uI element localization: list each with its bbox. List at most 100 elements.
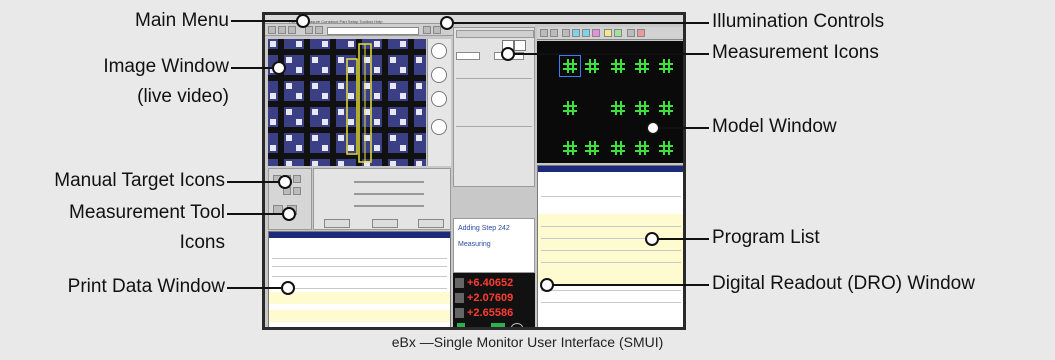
model-feature <box>563 101 577 115</box>
callout-dot <box>278 175 292 189</box>
measurement-icon[interactable] <box>540 29 548 37</box>
model-feature <box>635 101 649 115</box>
label-measurement-icons: Measurement Icons <box>712 42 879 63</box>
model-feature <box>659 101 673 115</box>
illumination-controls[interactable] <box>427 39 451 166</box>
model-feature <box>611 59 625 73</box>
measurement-tabs[interactable] <box>456 30 534 38</box>
callout-dot <box>282 207 296 221</box>
feature-field[interactable] <box>456 52 480 60</box>
panel-button[interactable] <box>418 219 444 228</box>
toolbar-button[interactable] <box>433 26 441 34</box>
highlighted-row <box>269 292 450 304</box>
step-status-panel: Adding Step 242 Measuring <box>453 218 535 273</box>
model-feature <box>635 141 649 155</box>
dro-row-z: +2.65586 <box>455 307 533 321</box>
image-window[interactable] <box>268 39 426 166</box>
label-image-window-sub: (live video) <box>137 86 229 107</box>
panel-button[interactable] <box>372 219 398 228</box>
label-main-menu: Main Menu <box>135 10 229 31</box>
callout-dot <box>440 16 454 30</box>
toolbar-button[interactable] <box>423 26 431 34</box>
zoom-slider[interactable] <box>327 27 419 35</box>
label-image-window: Image Window <box>103 56 229 77</box>
model-feature <box>611 141 625 155</box>
program-title-bar <box>538 166 683 172</box>
callout-line <box>447 22 709 24</box>
callout-line <box>231 67 275 69</box>
panel-button[interactable] <box>324 219 350 228</box>
selected-feature-box <box>559 55 581 77</box>
measurement-icon[interactable] <box>572 29 580 37</box>
measurement-icon[interactable] <box>592 29 600 37</box>
step-text: Adding Step 242 <box>458 225 510 232</box>
illumination-dial[interactable] <box>431 119 447 135</box>
figure-caption: eBx —Single Monitor User Interface (SMUI… <box>391 334 664 350</box>
info-icon[interactable] <box>511 323 523 327</box>
dro-button[interactable] <box>491 323 505 327</box>
callout-line <box>508 53 709 55</box>
measurement-icon[interactable] <box>562 29 570 37</box>
measurement-icon[interactable] <box>614 29 622 37</box>
measurement-icon[interactable] <box>604 29 612 37</box>
status-text: Measuring <box>458 241 491 248</box>
callout-line <box>227 181 281 183</box>
callout-line <box>231 20 300 22</box>
program-steps-area <box>538 214 683 284</box>
label-measurement-tool-icons-sub: Icons <box>179 232 225 253</box>
callout-dot <box>540 278 554 292</box>
label-model-window: Model Window <box>712 116 837 137</box>
model-feature <box>563 141 577 155</box>
illumination-dial[interactable] <box>431 91 447 107</box>
highlighted-row <box>269 310 450 322</box>
target-icon[interactable] <box>293 187 301 195</box>
toolbar-button[interactable] <box>315 26 323 34</box>
measurement-icon[interactable] <box>550 29 558 37</box>
toolbar-button[interactable] <box>268 26 276 34</box>
label-illumination-controls: Illumination Controls <box>712 11 885 32</box>
callout-dot <box>272 61 286 75</box>
edge-slider[interactable] <box>354 193 424 195</box>
dro-row-x: +6.40652 <box>455 277 533 291</box>
callout-line <box>546 284 709 286</box>
model-feature <box>585 141 599 155</box>
label-program-list: Program List <box>712 227 820 248</box>
callout-line <box>654 127 709 129</box>
model-window[interactable] <box>537 41 683 163</box>
measurement-icon[interactable] <box>582 29 590 37</box>
edge-settings-panel <box>313 168 451 230</box>
illumination-dial[interactable] <box>431 43 447 59</box>
dro-window: +6.40652 +2.07609 +2.65586 <box>453 273 535 327</box>
model-feature <box>611 101 625 115</box>
print-data-window[interactable] <box>268 231 451 327</box>
callout-dot <box>296 14 310 28</box>
dro-button[interactable] <box>457 323 465 327</box>
application-screenshot: File Edit Measure Construct Part Setup T… <box>262 12 686 330</box>
callout-dot <box>501 47 515 61</box>
label-dro-window: Digital Readout (DRO) Window <box>712 273 975 294</box>
measurement-icons-toolbar[interactable] <box>537 27 683 40</box>
callout-dot <box>281 281 295 295</box>
edge-slider[interactable] <box>354 205 424 207</box>
callout-line <box>227 287 285 289</box>
measurement-icon[interactable] <box>627 29 635 37</box>
target-icon[interactable] <box>293 175 301 183</box>
program-list[interactable] <box>537 165 683 327</box>
callout-line <box>652 238 709 240</box>
callout-line <box>227 213 287 215</box>
model-feature <box>659 59 673 73</box>
toolbar-button[interactable] <box>278 26 286 34</box>
dro-value-z: +2.65586 <box>467 307 514 319</box>
illumination-dial[interactable] <box>431 67 447 83</box>
model-feature <box>659 141 673 155</box>
measurement-icon[interactable] <box>637 29 645 37</box>
callout-dot <box>646 121 660 135</box>
toolbar-button[interactable] <box>288 26 296 34</box>
results-table <box>456 78 532 123</box>
measurement-panel <box>453 27 535 187</box>
edge-slider[interactable] <box>354 181 424 183</box>
model-feature <box>635 59 649 73</box>
label-print-data-window: Print Data Window <box>67 276 225 297</box>
label-manual-target-icons: Manual Target Icons <box>54 170 225 191</box>
measurement-icon[interactable] <box>514 40 526 51</box>
